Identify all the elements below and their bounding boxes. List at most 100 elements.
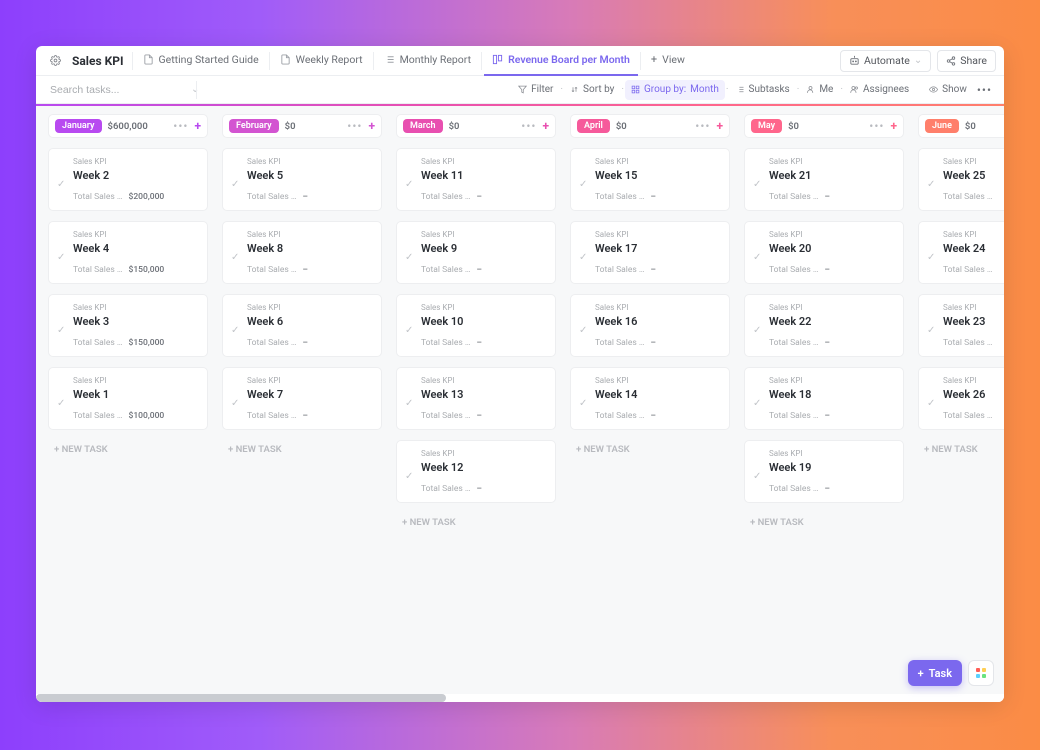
column-header[interactable]: January$600,000•••+ [48, 114, 208, 138]
new-task-link[interactable]: + NEW TASK [396, 513, 556, 532]
card[interactable]: ✓Sales KPIWeek 18Total Sales …– [744, 367, 904, 430]
groupby-button[interactable]: Group by: Month [625, 80, 725, 100]
card[interactable]: ✓Sales KPIWeek 9Total Sales …– [396, 221, 556, 284]
show-button[interactable]: Show [923, 80, 973, 100]
check-icon[interactable]: ✓ [405, 157, 415, 202]
check-icon[interactable]: ✓ [405, 449, 415, 494]
check-icon[interactable]: ✓ [753, 303, 763, 348]
card[interactable]: ✓Sales KPIWeek 10Total Sales …– [396, 294, 556, 357]
card-field-value: – [825, 484, 830, 494]
check-icon[interactable]: ✓ [927, 376, 937, 421]
tab-getting-started[interactable]: Getting Started Guide [135, 46, 267, 76]
card[interactable]: ✓Sales KPIWeek 6Total Sales …– [222, 294, 382, 357]
card[interactable]: ✓Sales KPIWeek 7Total Sales …– [222, 367, 382, 430]
column-header[interactable]: May$0•••+ [744, 114, 904, 138]
card[interactable]: ✓Sales KPIWeek 14Total Sales …– [570, 367, 730, 430]
assignees-button[interactable]: Assignees [844, 80, 915, 100]
add-view-button[interactable]: + View [643, 46, 693, 76]
card[interactable]: ✓Sales KPIWeek 3Total Sales …$150,000 [48, 294, 208, 357]
check-icon[interactable]: ✓ [579, 157, 589, 202]
check-icon[interactable]: ✓ [405, 230, 415, 275]
check-icon[interactable]: ✓ [753, 449, 763, 494]
card[interactable]: ✓Sales KPIWeek 8Total Sales …– [222, 221, 382, 284]
tab-monthly-report[interactable]: Monthly Report [376, 46, 479, 76]
card[interactable]: ✓Sales KPIWeek 21Total Sales …– [744, 148, 904, 211]
column-more-button[interactable]: ••• [695, 120, 710, 132]
card[interactable]: ✓Sales KPIWeek 13Total Sales …– [396, 367, 556, 430]
apps-button[interactable] [968, 660, 994, 686]
check-icon[interactable]: ✓ [57, 303, 67, 348]
check-icon[interactable]: ✓ [927, 230, 937, 275]
check-icon[interactable]: ✓ [927, 303, 937, 348]
column-header[interactable]: February$0•••+ [222, 114, 382, 138]
new-task-link[interactable]: + NEW TASK [570, 440, 730, 459]
new-task-link[interactable]: + NEW TASK [918, 440, 1004, 459]
search-input[interactable] [50, 84, 185, 96]
check-icon[interactable]: ✓ [231, 230, 241, 275]
check-icon[interactable]: ✓ [405, 303, 415, 348]
automate-button[interactable]: Automate ⌄ [840, 50, 931, 72]
card[interactable]: ✓Sales KPIWeek 4Total Sales …$150,000 [48, 221, 208, 284]
sortby-button[interactable]: Sort by [564, 80, 620, 100]
subtasks-button[interactable]: Subtasks [730, 80, 796, 100]
check-icon[interactable]: ✓ [753, 230, 763, 275]
column-add-button[interactable]: + [542, 119, 549, 133]
check-icon[interactable]: ✓ [753, 157, 763, 202]
card[interactable]: ✓Sales KPIWeek 15Total Sales …– [570, 148, 730, 211]
card[interactable]: ✓Sales KPIWeek 24Total Sales … [918, 221, 1004, 284]
card[interactable]: ✓Sales KPIWeek 25Total Sales … [918, 148, 1004, 211]
check-icon[interactable]: ✓ [231, 376, 241, 421]
check-icon[interactable]: ✓ [405, 376, 415, 421]
check-icon[interactable]: ✓ [579, 376, 589, 421]
check-icon[interactable]: ✓ [927, 157, 937, 202]
new-task-link[interactable]: + NEW TASK [744, 513, 904, 532]
column-header[interactable]: June$0•••+ [918, 114, 1004, 138]
column-add-button[interactable]: + [368, 119, 375, 133]
tab-revenue-board[interactable]: Revenue Board per Month [484, 46, 638, 76]
column-header[interactable]: March$0•••+ [396, 114, 556, 138]
card-breadcrumb: Sales KPI [595, 376, 721, 385]
chevron-down-icon: ⌄ [914, 55, 922, 66]
card-breadcrumb: Sales KPI [943, 303, 1004, 312]
check-icon[interactable]: ✓ [231, 157, 241, 202]
card[interactable]: ✓Sales KPIWeek 12Total Sales …– [396, 440, 556, 503]
card[interactable]: ✓Sales KPIWeek 23Total Sales … [918, 294, 1004, 357]
card[interactable]: ✓Sales KPIWeek 20Total Sales …– [744, 221, 904, 284]
card[interactable]: ✓Sales KPIWeek 19Total Sales …– [744, 440, 904, 503]
check-icon[interactable]: ✓ [231, 303, 241, 348]
card[interactable]: ✓Sales KPIWeek 22Total Sales …– [744, 294, 904, 357]
card[interactable]: ✓Sales KPIWeek 16Total Sales …– [570, 294, 730, 357]
check-icon[interactable]: ✓ [753, 376, 763, 421]
card[interactable]: ✓Sales KPIWeek 2Total Sales …$200,000 [48, 148, 208, 211]
column-add-button[interactable]: + [194, 119, 201, 133]
horizontal-scrollbar[interactable] [36, 694, 1004, 702]
column-more-button[interactable]: ••• [521, 120, 536, 132]
card[interactable]: ✓Sales KPIWeek 1Total Sales …$100,000 [48, 367, 208, 430]
more-button[interactable]: ••• [973, 80, 996, 100]
column-add-button[interactable]: + [716, 119, 723, 133]
scrollbar-thumb[interactable] [36, 694, 446, 702]
share-button[interactable]: Share [937, 50, 996, 72]
column-more-button[interactable]: ••• [173, 120, 188, 132]
me-button[interactable]: Me [800, 80, 839, 100]
column-amount: $0 [449, 121, 460, 132]
column-more-button[interactable]: ••• [869, 120, 884, 132]
column-add-button[interactable]: + [890, 119, 897, 133]
settings-button[interactable] [44, 50, 66, 72]
check-icon[interactable]: ✓ [579, 303, 589, 348]
card[interactable]: ✓Sales KPIWeek 11Total Sales …– [396, 148, 556, 211]
check-icon[interactable]: ✓ [57, 230, 67, 275]
tab-weekly-report[interactable]: Weekly Report [272, 46, 371, 76]
column-header[interactable]: April$0•••+ [570, 114, 730, 138]
card[interactable]: ✓Sales KPIWeek 26Total Sales … [918, 367, 1004, 430]
filter-button[interactable]: Filter [512, 80, 559, 100]
column-more-button[interactable]: ••• [347, 120, 362, 132]
new-task-link[interactable]: + NEW TASK [222, 440, 382, 459]
check-icon[interactable]: ✓ [57, 157, 67, 202]
check-icon[interactable]: ✓ [57, 376, 67, 421]
card[interactable]: ✓Sales KPIWeek 5Total Sales …– [222, 148, 382, 211]
new-task-button[interactable]: + Task [908, 660, 962, 686]
new-task-link[interactable]: + NEW TASK [48, 440, 208, 459]
check-icon[interactable]: ✓ [579, 230, 589, 275]
card[interactable]: ✓Sales KPIWeek 17Total Sales …– [570, 221, 730, 284]
